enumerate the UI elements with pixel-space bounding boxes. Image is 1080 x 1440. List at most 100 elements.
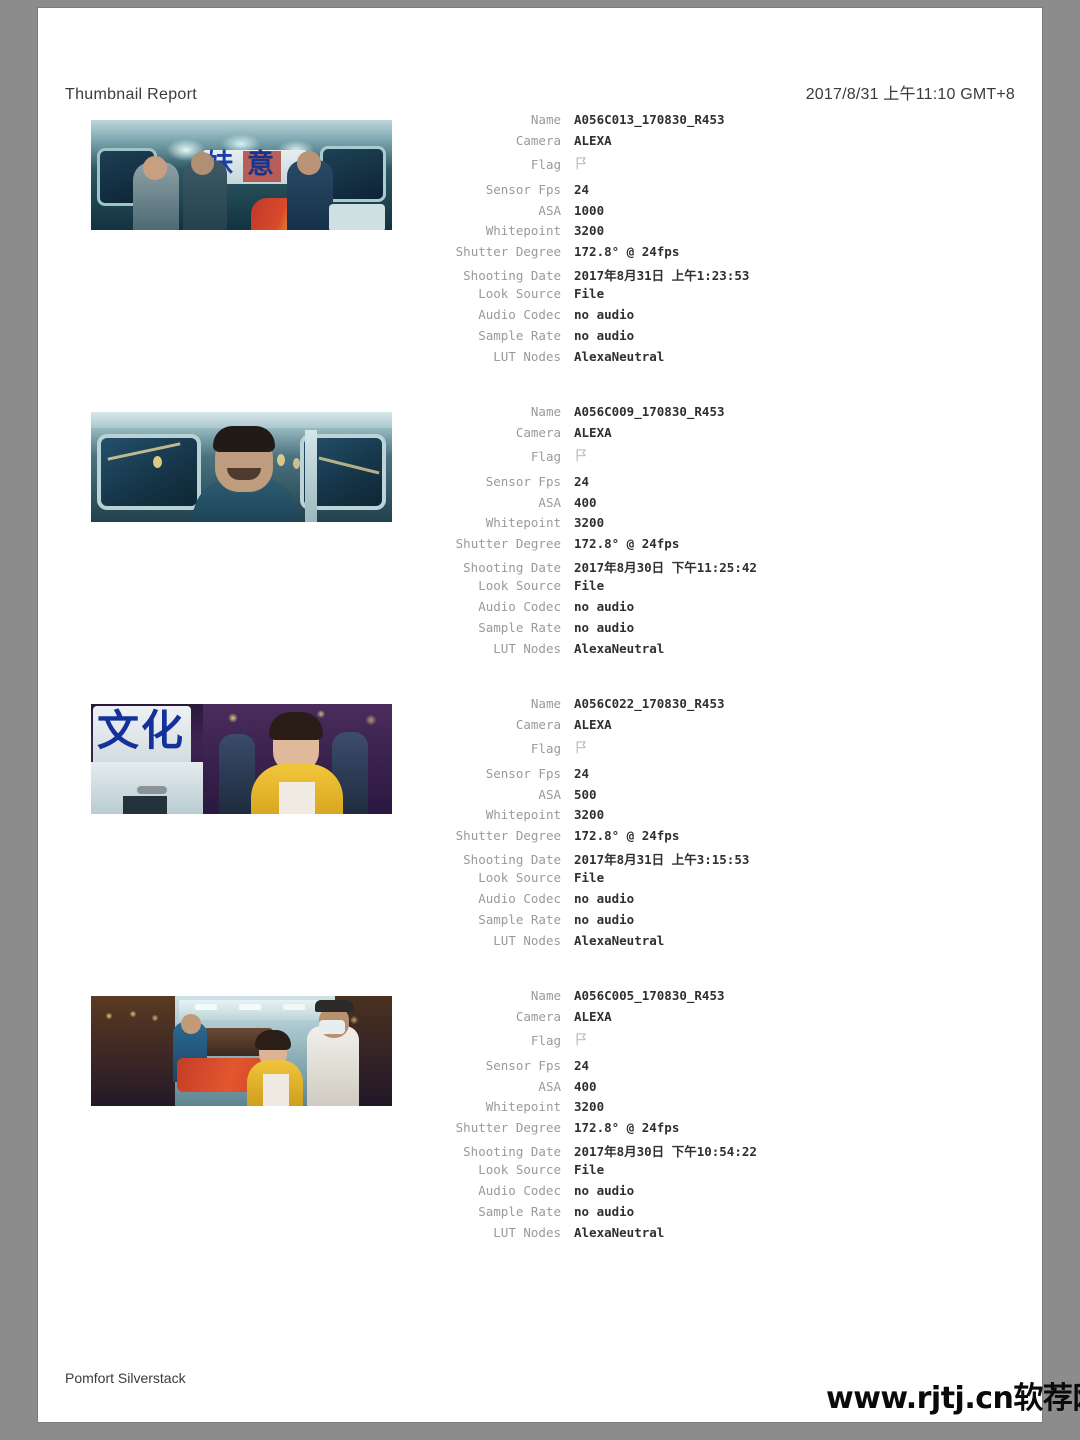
clip-entry: Name A056C009_170830_R453 Camera ALEXA F… [38, 404, 1042, 696]
meta-value-look-source: File [574, 286, 605, 302]
meta-value-audio-codec: no audio [574, 1183, 635, 1199]
meta-value-sample-rate: no audio [574, 619, 635, 635]
meta-label: Sensor Fps [485, 765, 561, 781]
meta-value-look-source: File [574, 1162, 605, 1178]
clip-entry: Name A056C005_170830_R453 Camera ALEXA F… [38, 988, 1042, 1280]
meta-label: Audio Codec [478, 891, 561, 907]
meta-row-whitepoint: Whitepoint 3200 [368, 223, 928, 244]
meta-value-camera: ALEXA [574, 1008, 612, 1024]
meta-value-flag [574, 1030, 589, 1048]
site-watermark: www.rjtj.cn软荐网 [826, 1381, 1080, 1416]
meta-value-shooting-date: 2017年8月30日 下午11:25:42 [574, 560, 757, 576]
meta-row-lut-nodes: LUT Nodes AlexaNeutral [368, 933, 928, 954]
clip-thumbnail[interactable] [91, 996, 392, 1106]
meta-row-name: Name A056C005_170830_R453 [368, 988, 928, 1009]
meta-row-sample-rate: Sample Rate no audio [368, 620, 928, 641]
thumbnail-image: 妹意 [91, 120, 392, 230]
flag-icon [574, 448, 589, 463]
meta-row-audio-codec: Audio Codec no audio [368, 307, 928, 328]
meta-label: Sensor Fps [485, 1057, 561, 1073]
clip-thumbnail[interactable]: 妹意 [91, 120, 392, 230]
meta-value-shutter-degree: 172.8° @ 24fps [574, 828, 680, 844]
meta-row-name: Name A056C013_170830_R453 [368, 112, 928, 133]
meta-value-shooting-date: 2017年8月31日 上午3:15:53 [574, 852, 750, 868]
meta-label: Whitepoint [485, 223, 561, 239]
meta-value-shutter-degree: 172.8° @ 24fps [574, 1120, 680, 1136]
page-title: Thumbnail Report [65, 86, 197, 103]
meta-row-camera: Camera ALEXA [368, 133, 928, 154]
meta-row-asa: ASA 1000 [368, 203, 928, 224]
meta-label: ASA [538, 786, 561, 802]
meta-row-audio-codec: Audio Codec no audio [368, 1183, 928, 1204]
meta-label: Flag [530, 1032, 561, 1048]
footer-application-name: Pomfort Silverstack [65, 1370, 186, 1386]
meta-label: LUT Nodes [493, 932, 561, 948]
meta-row-sample-rate: Sample Rate no audio [368, 328, 928, 349]
meta-row-name: Name A056C022_170830_R453 [368, 696, 928, 717]
clip-entry: 妹意 Name A056C013_170830_R453 Camera ALEX… [38, 112, 1042, 404]
clip-thumbnail[interactable] [91, 412, 392, 522]
meta-row-shutter-degree: Shutter Degree 172.8° @ 24fps [368, 244, 928, 265]
meta-label: Shooting Date [463, 852, 561, 868]
meta-row-whitepoint: Whitepoint 3200 [368, 1099, 928, 1120]
meta-row-camera: Camera ALEXA [368, 425, 928, 446]
meta-value-sensor-fps: 24 [574, 1057, 590, 1073]
meta-label: Look Source [478, 286, 561, 302]
meta-value-look-source: File [574, 870, 605, 886]
meta-label: ASA [538, 202, 561, 218]
flag-icon [574, 740, 589, 755]
meta-value-sensor-fps: 24 [574, 181, 590, 197]
meta-label: Audio Codec [478, 307, 561, 323]
meta-value-asa: 1000 [574, 202, 605, 218]
meta-label: Flag [530, 740, 561, 756]
meta-row-asa: ASA 500 [368, 787, 928, 808]
meta-label: Shutter Degree [455, 536, 561, 552]
meta-label: Whitepoint [485, 515, 561, 531]
meta-row-look-source: Look Source File [368, 870, 928, 891]
meta-label: Name [530, 112, 561, 127]
meta-value-lut-nodes: AlexaNeutral [574, 932, 665, 948]
meta-label: Shutter Degree [455, 244, 561, 260]
flag-icon [574, 156, 589, 171]
meta-row-name: Name A056C009_170830_R453 [368, 404, 928, 425]
meta-row-sample-rate: Sample Rate no audio [368, 912, 928, 933]
meta-label: Look Source [478, 578, 561, 594]
meta-label: Shooting Date [463, 560, 561, 576]
meta-value-audio-codec: no audio [574, 599, 635, 615]
meta-value-whitepoint: 3200 [574, 515, 605, 531]
meta-row-flag: Flag [368, 446, 928, 467]
meta-row-sensor-fps: Sensor Fps 24 [368, 1058, 928, 1079]
clip-list: 妹意 Name A056C013_170830_R453 Camera ALEX… [38, 112, 1042, 1280]
meta-label: Audio Codec [478, 1183, 561, 1199]
meta-value-asa: 500 [574, 786, 597, 802]
report-timestamp: 2017/8/31 上午11:10 GMT+8 [805, 86, 1015, 103]
meta-value-flag [574, 446, 589, 464]
clip-thumbnail[interactable]: 文化 [91, 704, 392, 814]
meta-row-whitepoint: Whitepoint 3200 [368, 807, 928, 828]
meta-row-whitepoint: Whitepoint 3200 [368, 515, 928, 536]
meta-value-shutter-degree: 172.8° @ 24fps [574, 536, 680, 552]
meta-row-lut-nodes: LUT Nodes AlexaNeutral [368, 349, 928, 370]
meta-value-flag [574, 154, 589, 172]
meta-label: Camera [515, 424, 561, 440]
meta-label: Name [530, 696, 561, 711]
meta-row-camera: Camera ALEXA [368, 1009, 928, 1030]
meta-label: Camera [515, 132, 561, 148]
meta-label: Shooting Date [463, 268, 561, 284]
meta-label: Whitepoint [485, 807, 561, 823]
meta-value-lut-nodes: AlexaNeutral [574, 348, 665, 364]
meta-label: ASA [538, 1078, 561, 1094]
meta-value-name: A056C005_170830_R453 [574, 988, 725, 1003]
meta-value-camera: ALEXA [574, 132, 612, 148]
meta-label: ASA [538, 494, 561, 510]
meta-value-audio-codec: no audio [574, 891, 635, 907]
meta-value-name: A056C013_170830_R453 [574, 112, 725, 127]
meta-value-look-source: File [574, 578, 605, 594]
meta-label: LUT Nodes [493, 1224, 561, 1240]
meta-row-look-source: Look Source File [368, 286, 928, 307]
meta-row-asa: ASA 400 [368, 495, 928, 516]
meta-value-name: A056C009_170830_R453 [574, 404, 725, 419]
meta-value-name: A056C022_170830_R453 [574, 696, 725, 711]
meta-label: Look Source [478, 870, 561, 886]
meta-label: Name [530, 404, 561, 419]
